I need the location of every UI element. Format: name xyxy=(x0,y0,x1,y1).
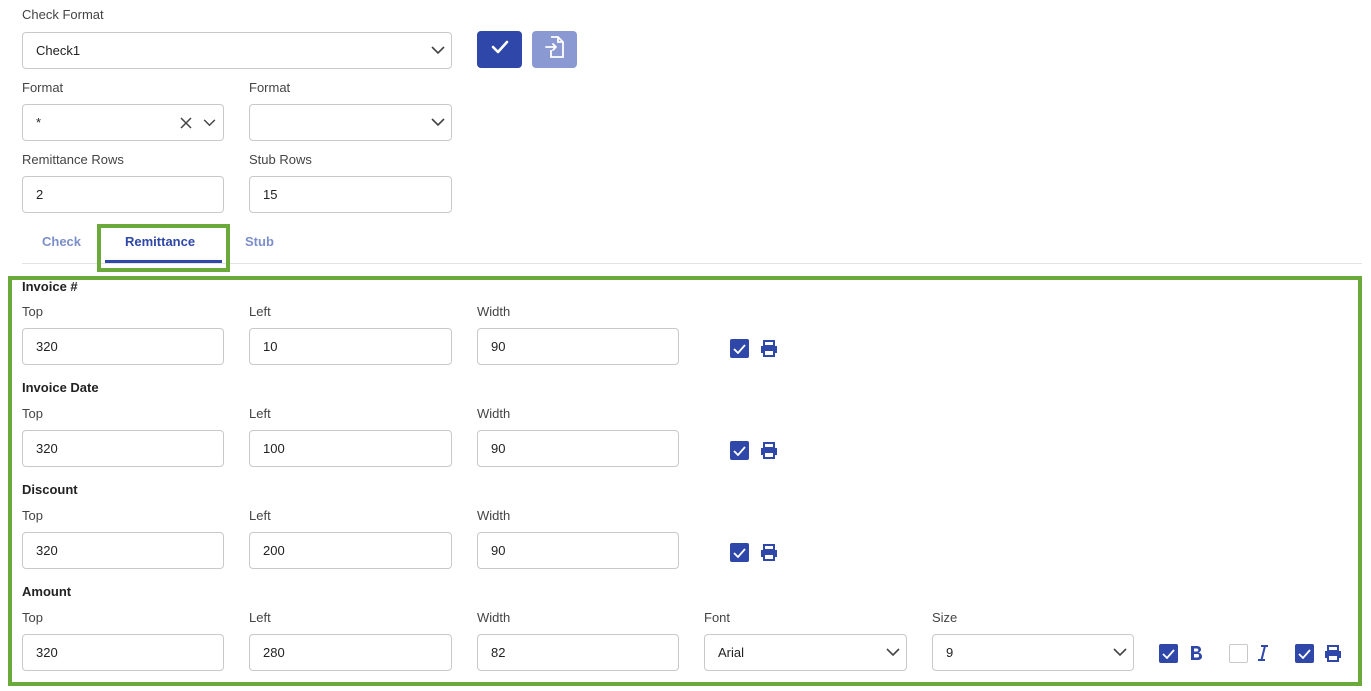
amount-bold-checkbox[interactable] xyxy=(1159,644,1178,663)
invoice-date-top-input[interactable]: 320 xyxy=(22,430,224,467)
amount-width-input[interactable]: 82 xyxy=(477,634,679,671)
top-label: Top xyxy=(22,406,43,421)
invoice-date-left-value: 100 xyxy=(263,441,285,456)
chevron-down-icon xyxy=(880,648,906,657)
discount-top-value: 320 xyxy=(36,543,58,558)
invoice-number-width-input[interactable]: 90 xyxy=(477,328,679,365)
check-format-select[interactable]: Check1 xyxy=(22,32,452,69)
format-value: * xyxy=(36,115,42,130)
invoice-date-heading: Invoice Date xyxy=(22,380,99,395)
invoice-date-top-value: 320 xyxy=(36,441,58,456)
bold-icon xyxy=(1186,643,1206,663)
invoice-date-left-input[interactable]: 100 xyxy=(249,430,452,467)
left-label: Left xyxy=(249,610,271,625)
confirm-button[interactable] xyxy=(477,31,522,68)
file-import-icon xyxy=(544,36,565,63)
invoice-number-left-value: 10 xyxy=(263,339,278,354)
amount-width-value: 82 xyxy=(491,645,506,660)
amount-heading: Amount xyxy=(22,584,72,599)
stub-rows-input[interactable]: 15 xyxy=(249,176,452,213)
discount-heading: Discount xyxy=(22,482,78,497)
left-label: Left xyxy=(249,304,271,319)
stub-rows-value: 15 xyxy=(263,187,278,202)
import-button[interactable] xyxy=(532,31,577,68)
remittance-rows-input[interactable]: 2 xyxy=(22,176,224,213)
amount-font-select[interactable]: Arial xyxy=(704,634,907,671)
invoice-number-print-checkbox[interactable] xyxy=(730,339,749,358)
top-label: Top xyxy=(22,508,43,523)
invoice-date-width-value: 90 xyxy=(491,441,506,456)
width-label: Width xyxy=(477,508,511,523)
amount-italic-checkbox[interactable] xyxy=(1229,644,1248,663)
amount-left-input[interactable]: 280 xyxy=(249,634,452,671)
amount-top-input[interactable]: 320 xyxy=(22,634,224,671)
chevron-down-icon xyxy=(425,118,451,127)
invoice-number-width-value: 90 xyxy=(491,339,506,354)
amount-top-value: 320 xyxy=(36,645,58,660)
remittance-rows-value: 2 xyxy=(36,187,44,202)
discount-width-input[interactable]: 90 xyxy=(477,532,679,569)
chevron-down-icon xyxy=(425,46,451,55)
top-label: Top xyxy=(22,610,43,625)
tab-highlight-box xyxy=(97,224,230,272)
italic-icon xyxy=(1254,643,1272,663)
invoice-number-heading: Invoice # xyxy=(22,279,78,294)
chevron-down-icon xyxy=(1107,648,1133,657)
check-icon xyxy=(491,40,509,59)
printer-icon xyxy=(759,542,779,562)
left-label: Left xyxy=(249,406,271,421)
check-format-label: Check Format xyxy=(22,7,104,22)
printer-icon xyxy=(759,440,779,460)
amount-print-checkbox[interactable] xyxy=(1295,644,1314,663)
invoice-number-top-input[interactable]: 320 xyxy=(22,328,224,365)
discount-left-value: 200 xyxy=(263,543,285,558)
discount-width-value: 90 xyxy=(491,543,506,558)
stub-rows-label: Stub Rows xyxy=(249,152,312,167)
invoice-number-left-input[interactable]: 10 xyxy=(249,328,452,365)
width-label: Width xyxy=(477,610,511,625)
tab-check[interactable]: Check xyxy=(42,234,81,249)
amount-left-value: 280 xyxy=(263,645,285,660)
amount-size-select[interactable]: 9 xyxy=(932,634,1134,671)
chevron-down-icon xyxy=(195,118,223,127)
top-label: Top xyxy=(22,304,43,319)
format-secondary-select[interactable] xyxy=(249,104,452,141)
printer-icon xyxy=(1323,643,1343,663)
format-select[interactable]: * xyxy=(22,104,224,141)
check-format-value: Check1 xyxy=(36,43,81,58)
invoice-date-print-checkbox[interactable] xyxy=(730,441,749,460)
format-secondary-label: Format xyxy=(249,80,291,95)
clear-icon[interactable] xyxy=(177,116,195,129)
remittance-rows-label: Remittance Rows xyxy=(22,152,124,167)
amount-size-value: 9 xyxy=(946,645,954,660)
printer-icon xyxy=(759,338,779,358)
invoice-date-width-input[interactable]: 90 xyxy=(477,430,679,467)
discount-left-input[interactable]: 200 xyxy=(249,532,452,569)
left-label: Left xyxy=(249,508,271,523)
discount-top-input[interactable]: 320 xyxy=(22,532,224,569)
format-label: Format xyxy=(22,80,64,95)
tab-stub[interactable]: Stub xyxy=(245,234,274,249)
width-label: Width xyxy=(477,406,511,421)
discount-print-checkbox[interactable] xyxy=(730,543,749,562)
amount-font-value: Arial xyxy=(718,645,745,660)
width-label: Width xyxy=(477,304,511,319)
size-label: Size xyxy=(932,610,958,625)
invoice-number-top-value: 320 xyxy=(36,339,58,354)
font-label: Font xyxy=(704,610,731,625)
